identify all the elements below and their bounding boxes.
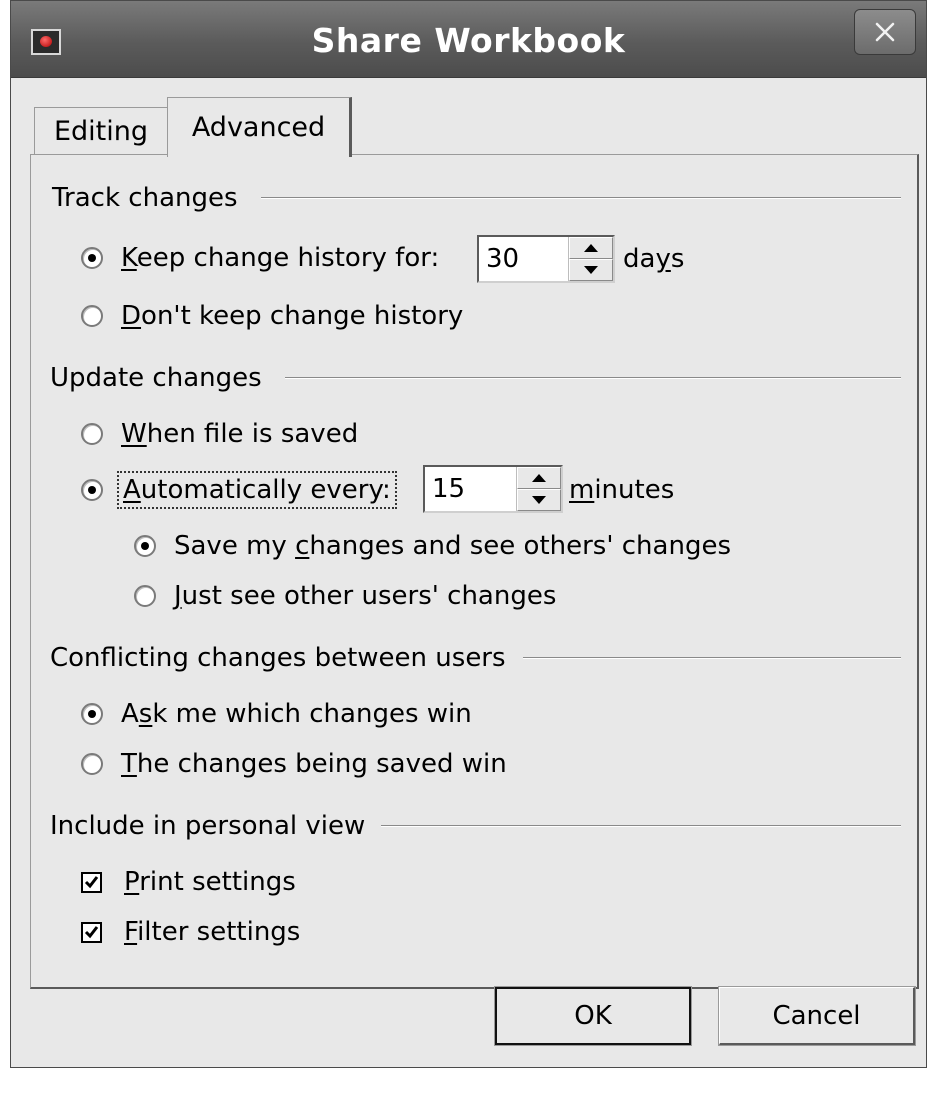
save-and-see-label: Save my changes and see others' changes	[174, 531, 731, 561]
title-bar[interactable]: Share Workbook	[11, 1, 926, 78]
days-unit-label: days	[623, 244, 685, 274]
tab-editing-label: Editing	[53, 116, 149, 147]
share-workbook-dialog: Share Workbook Editing Advanced Track ch…	[10, 0, 927, 1068]
when-saved-label: When file is saved	[121, 419, 359, 449]
tab-advanced-label: Advanced	[191, 112, 326, 143]
keep-history-label: Keep change history for:	[121, 243, 440, 273]
saved-win-radio[interactable]	[81, 753, 103, 775]
print-settings-label: Print settings	[124, 867, 296, 897]
personal-view-divider	[381, 825, 901, 827]
just-see-label: Just see other users' changes	[174, 581, 557, 611]
filter-settings-option[interactable]: Filter settings	[81, 917, 300, 947]
cancel-button[interactable]: Cancel	[719, 987, 915, 1045]
close-icon	[875, 22, 895, 42]
spin-down-icon[interactable]	[517, 489, 561, 511]
close-button[interactable]	[854, 9, 916, 55]
keep-history-radio[interactable]	[81, 247, 103, 269]
track-changes-divider	[261, 197, 901, 199]
spin-up-icon[interactable]	[569, 237, 613, 259]
automatically-radio[interactable]	[81, 479, 103, 501]
dialog-title: Share Workbook	[311, 21, 626, 60]
tab-editing[interactable]: Editing	[34, 107, 167, 155]
history-days-arrows[interactable]	[568, 237, 613, 281]
dont-keep-history-label: Don't keep change history	[121, 301, 464, 331]
checkmark-icon	[84, 925, 99, 938]
minutes-input[interactable]: 15	[425, 467, 516, 511]
automatically-option[interactable]: Automatically every:	[81, 471, 397, 509]
checkmark-icon	[84, 875, 99, 888]
ask-me-option[interactable]: Ask me which changes win	[81, 699, 472, 729]
minutes-spinner[interactable]: 15	[423, 465, 563, 513]
just-see-radio[interactable]	[134, 585, 156, 607]
when-saved-radio[interactable]	[81, 423, 103, 445]
save-and-see-radio[interactable]	[134, 535, 156, 557]
dont-keep-history-option[interactable]: Don't keep change history	[81, 301, 463, 331]
spin-down-icon[interactable]	[569, 259, 613, 281]
saved-win-option[interactable]: The changes being saved win	[81, 749, 507, 779]
history-days-spinner[interactable]: 30	[477, 235, 615, 283]
update-changes-divider	[285, 377, 901, 379]
minutes-unit-label: minutes	[569, 475, 675, 505]
saved-win-label: The changes being saved win	[121, 749, 507, 779]
dont-keep-history-radio[interactable]	[81, 305, 103, 327]
ask-me-label: Ask me which changes win	[121, 699, 472, 729]
ok-button[interactable]: OK	[495, 987, 691, 1045]
when-saved-option[interactable]: When file is saved	[81, 419, 358, 449]
spin-up-icon[interactable]	[517, 467, 561, 489]
update-changes-heading: Update changes	[50, 363, 276, 393]
save-and-see-option[interactable]: Save my changes and see others' changes	[134, 531, 731, 561]
personal-view-heading: Include in personal view	[50, 811, 380, 841]
conflicting-heading: Conflicting changes between users	[50, 643, 520, 673]
track-changes-heading: Track changes	[52, 183, 252, 213]
print-settings-checkbox[interactable]	[81, 871, 102, 893]
just-see-option[interactable]: Just see other users' changes	[134, 581, 556, 611]
keep-history-option[interactable]: Keep change history for:	[81, 243, 439, 273]
filter-settings-checkbox[interactable]	[81, 921, 102, 943]
minutes-arrows[interactable]	[516, 467, 561, 511]
print-settings-option[interactable]: Print settings	[81, 867, 296, 897]
filter-settings-label: Filter settings	[124, 917, 301, 947]
history-days-input[interactable]: 30	[479, 237, 568, 281]
tab-advanced[interactable]: Advanced	[167, 97, 352, 157]
advanced-panel: Track changes Keep change history for: 3…	[30, 154, 919, 989]
ask-me-radio[interactable]	[81, 703, 103, 725]
conflicting-divider	[523, 657, 901, 659]
automatically-label: Automatically every:	[117, 471, 397, 509]
